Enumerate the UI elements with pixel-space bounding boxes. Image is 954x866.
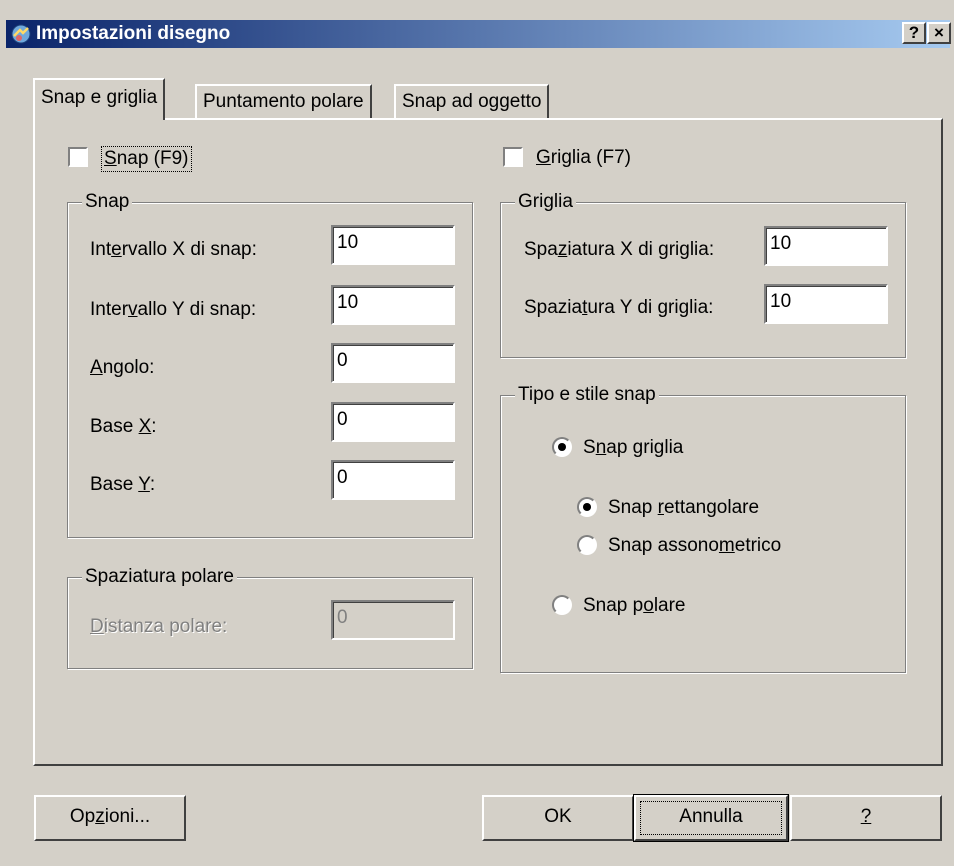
base-x-label: Base X: [90, 416, 157, 437]
snap-grid-radio[interactable] [552, 437, 572, 457]
angle-input[interactable]: 0 [331, 343, 455, 383]
tab-polar-tracking-label: Puntamento polare [203, 91, 364, 112]
grid-group-title: Griglia [515, 190, 576, 214]
snap-x-label: Intervallo X di snap: [90, 239, 257, 260]
tab-object-snap[interactable]: Snap ad oggetto [394, 84, 550, 118]
snap-x-input[interactable]: 10 [331, 225, 455, 265]
snap-iso-radio[interactable] [577, 535, 597, 555]
snap-polar-radio[interactable] [552, 595, 572, 615]
snap-grid-label[interactable]: Snap griglia [583, 436, 683, 460]
grid-y-input[interactable]: 10 [764, 284, 888, 324]
polar-distance-label: Distanza polare: [90, 616, 228, 637]
cancel-button[interactable]: Annulla [633, 794, 789, 842]
polar-spacing-title: Spaziatura polare [82, 565, 237, 589]
app-icon [11, 24, 31, 44]
base-x-input[interactable]: 0 [331, 402, 455, 442]
snap-type-title: Tipo e stile snap [515, 383, 659, 407]
help-title-button[interactable]: ? [902, 22, 926, 44]
focus-rect [640, 801, 782, 835]
tab-snap-grid[interactable]: Snap e griglia [33, 78, 166, 120]
grid-checkbox-label[interactable]: Griglia (F7) [536, 146, 631, 170]
snap-checkbox[interactable] [68, 147, 88, 167]
grid-y-label: Spaziatura Y di griglia: [524, 297, 714, 318]
polar-distance-input[interactable]: 0 [331, 600, 455, 640]
tab-snap-grid-label: Snap e griglia [41, 87, 158, 108]
snap-iso-label[interactable]: Snap assonometrico [608, 534, 781, 558]
close-button[interactable]: × [927, 22, 951, 44]
radio-selected-dot [558, 443, 566, 451]
base-y-label: Base Y: [90, 474, 156, 495]
snap-rect-label[interactable]: Snap rettangolare [608, 496, 759, 520]
drawing-settings-dialog: Impostazioni disegno ? × Snap e griglia … [0, 0, 954, 866]
tab-object-snap-label: Snap ad oggetto [402, 91, 542, 112]
help-button-label: ? [860, 806, 872, 827]
grid-checkbox[interactable] [503, 147, 523, 167]
window-title: Impostazioni disegno [36, 23, 231, 44]
snap-polar-label[interactable]: Snap polare [583, 594, 686, 618]
angle-label: Angolo: [90, 357, 155, 378]
snap-checkbox-label[interactable]: Snap (F9) [101, 146, 192, 172]
ok-button[interactable]: OK [482, 795, 634, 841]
snap-y-label: Intervallo Y di snap: [90, 299, 257, 320]
base-y-input[interactable]: 0 [331, 460, 455, 500]
help-button[interactable]: ? [790, 795, 942, 841]
grid-x-label: Spaziatura X di griglia: [524, 239, 715, 260]
grid-x-input[interactable]: 10 [764, 226, 888, 266]
tab-polar-tracking[interactable]: Puntamento polare [195, 84, 372, 118]
options-button[interactable]: Opzioni... [34, 795, 186, 841]
radio-selected-dot [583, 503, 591, 511]
snap-rect-radio[interactable] [577, 497, 597, 517]
snap-group-title: Snap [82, 190, 133, 214]
snap-y-input[interactable]: 10 [331, 285, 455, 325]
